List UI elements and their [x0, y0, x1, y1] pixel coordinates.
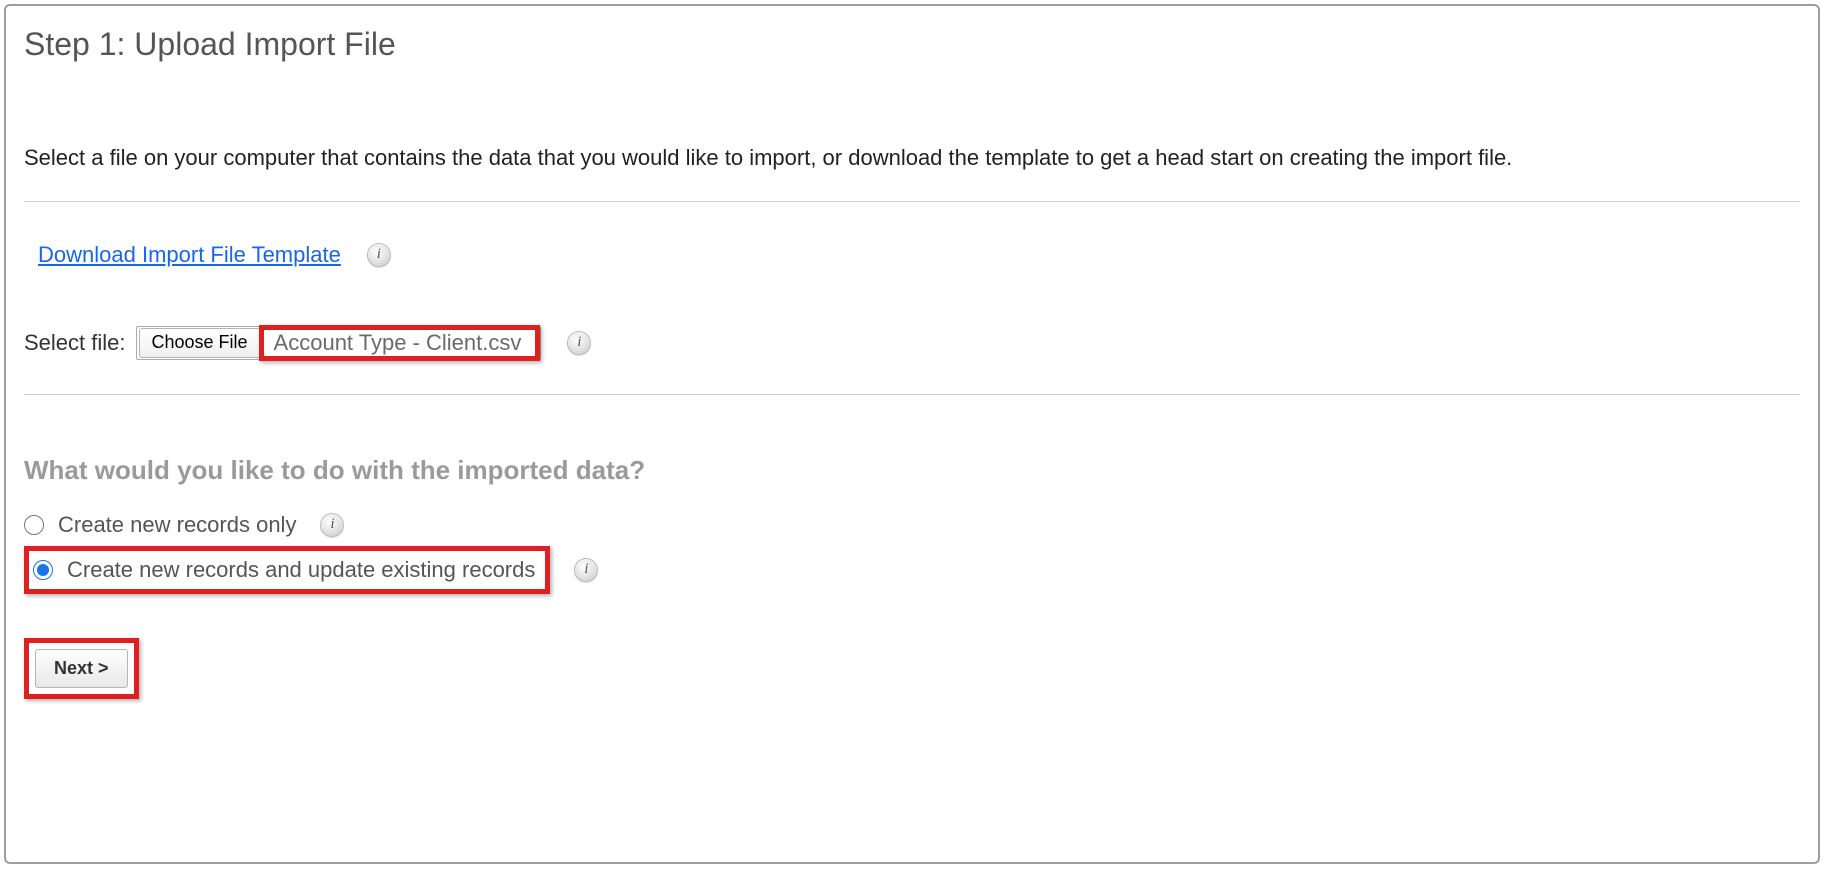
choose-file-button[interactable]: Choose File	[139, 328, 261, 358]
radio-create-only-label[interactable]: Create new records only	[58, 512, 296, 538]
divider	[24, 201, 1800, 202]
radio-row-create-only: Create new records only i	[24, 512, 1800, 538]
info-icon[interactable]: i	[320, 513, 344, 537]
chosen-filename: Account Type - Client.csv	[268, 330, 528, 355]
radio-create-only[interactable]	[24, 515, 44, 535]
import-action-radio-group: Create new records only i Create new rec…	[24, 512, 1800, 594]
chosen-filename-highlight: Account Type - Client.csv	[259, 325, 541, 361]
download-template-link[interactable]: Download Import File Template	[38, 242, 341, 268]
template-row: Download Import File Template i	[24, 242, 1800, 268]
radio-create-update-highlight: Create new records and update existing r…	[24, 546, 550, 594]
next-button[interactable]: Next >	[35, 649, 128, 688]
intro-text: Select a file on your computer that cont…	[24, 143, 1800, 173]
select-file-label: Select file:	[24, 330, 126, 356]
next-button-highlight: Next >	[24, 638, 139, 699]
divider	[24, 394, 1800, 395]
import-wizard-panel: Step 1: Upload Import File Select a file…	[4, 4, 1820, 864]
info-icon[interactable]: i	[567, 331, 591, 355]
file-input-control: Choose File Account Type - Client.csv	[136, 326, 542, 360]
next-button-wrap: Next >	[24, 638, 139, 699]
file-select-row: Select file: Choose File Account Type - …	[24, 326, 1800, 360]
radio-create-update-label[interactable]: Create new records and update existing r…	[67, 557, 535, 583]
info-icon[interactable]: i	[574, 558, 598, 582]
radio-create-update[interactable]	[33, 560, 53, 580]
step-title: Step 1: Upload Import File	[24, 26, 1800, 63]
info-icon[interactable]: i	[367, 243, 391, 267]
radio-row-create-update: Create new records and update existing r…	[24, 546, 1800, 594]
import-action-question: What would you like to do with the impor…	[24, 455, 1800, 486]
